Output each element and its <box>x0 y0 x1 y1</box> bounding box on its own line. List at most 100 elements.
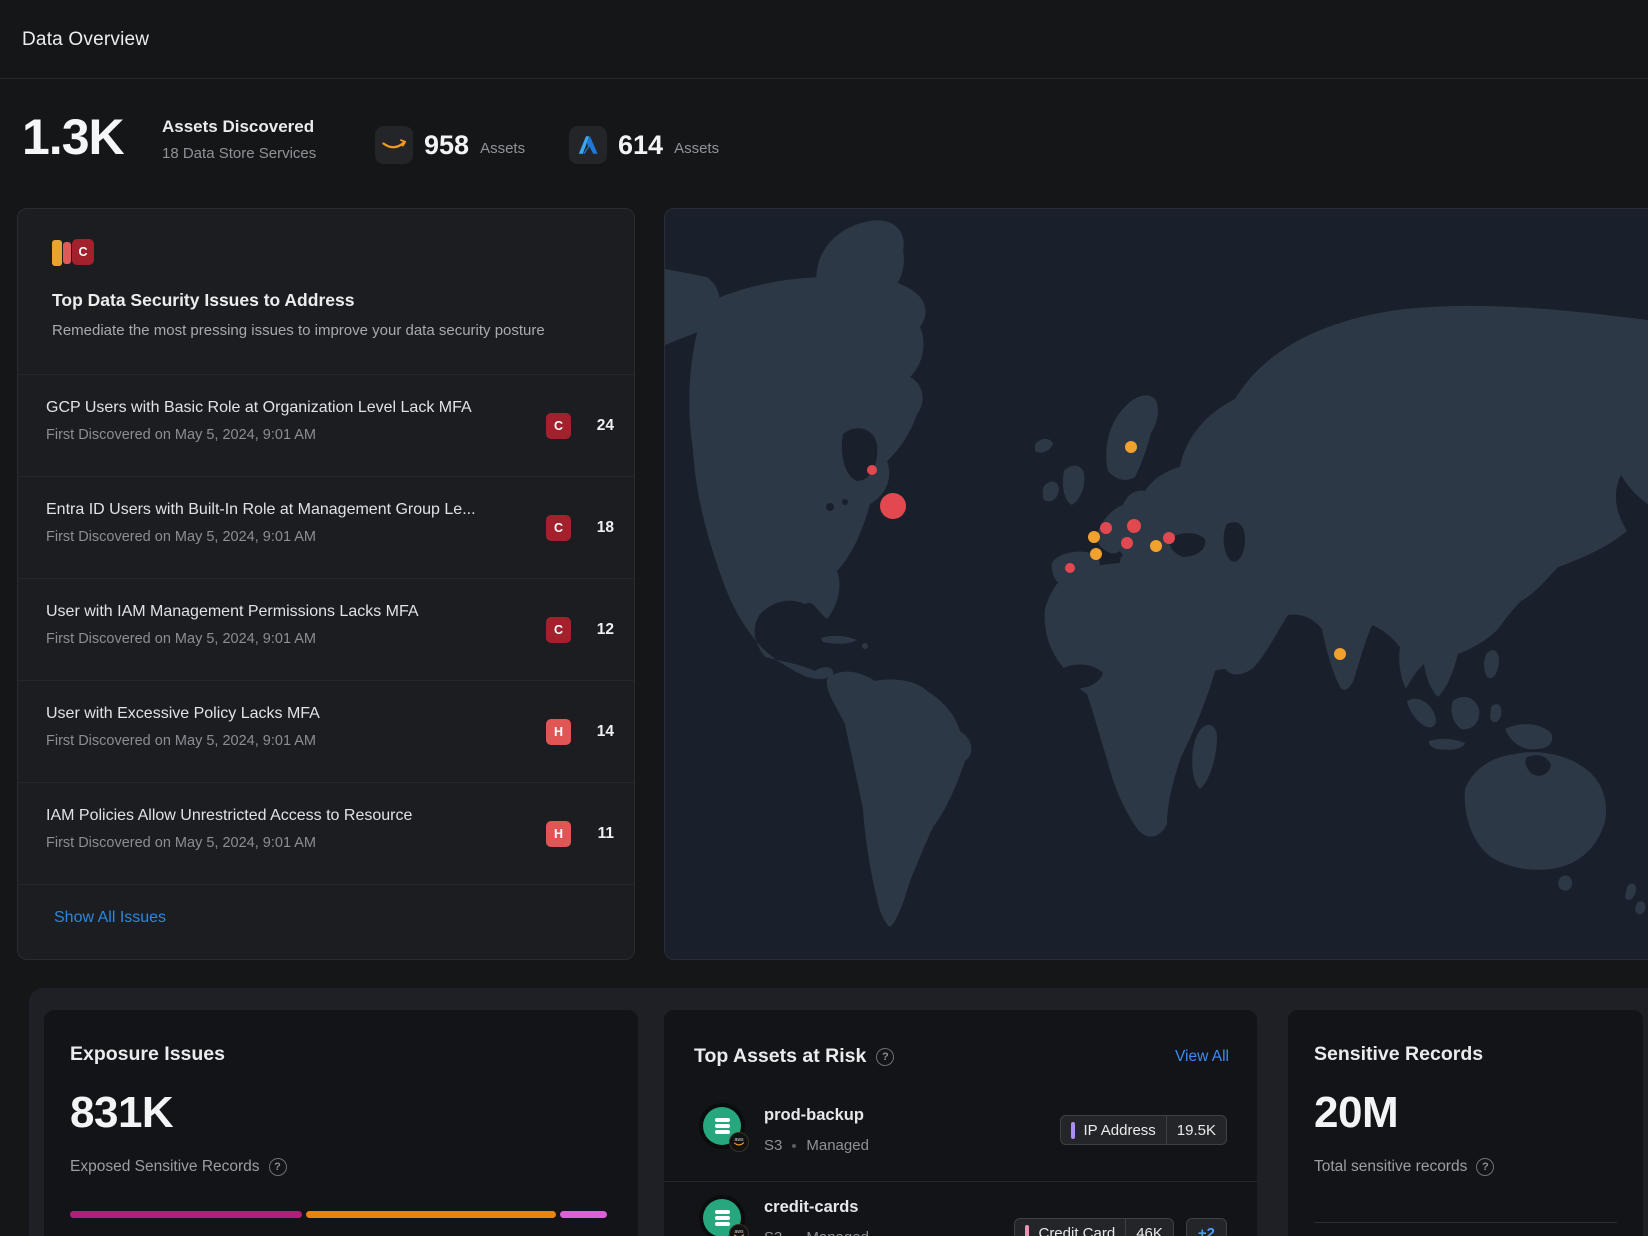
issue-count: 12 <box>578 621 614 639</box>
s3-bucket-icon: aws <box>699 1195 745 1236</box>
aws-assets-value: 958 <box>424 130 469 161</box>
assets-discovered-label: Assets Discovered <box>162 117 316 137</box>
asset-location-dot[interactable] <box>1121 537 1133 549</box>
world-map <box>665 209 1648 960</box>
asset-location-dot[interactable] <box>1065 563 1075 573</box>
exposure-issues-title: Exposure Issues <box>70 1043 225 1066</box>
issue-title: GCP Users with Basic Role at Organizatio… <box>46 399 524 417</box>
azure-assets-unit: Assets <box>674 140 719 157</box>
data-class-chip[interactable]: Credit Card 46K <box>1014 1218 1173 1236</box>
more-tags-chip[interactable]: +2 <box>1186 1218 1227 1236</box>
issue-first-discovered: First Discovered on May 5, 2024, 9:01 AM <box>46 529 524 545</box>
severity-badge: H <box>546 821 571 847</box>
data-store-services-label: 18 Data Store Services <box>162 145 316 162</box>
severity-badge: C <box>546 515 571 541</box>
asset-service: S3 <box>764 1137 782 1154</box>
exposure-issues-label: Exposed Sensitive Records ? <box>70 1158 287 1176</box>
exposure-bar-segment <box>306 1211 556 1218</box>
issue-first-discovered: First Discovered on May 5, 2024, 9:01 AM <box>46 835 524 851</box>
aws-badge-icon: aws <box>729 1224 749 1236</box>
aws-assets-unit: Assets <box>480 140 525 157</box>
issue-title: IAM Policies Allow Unrestricted Access t… <box>46 807 524 825</box>
issue-row[interactable]: IAM Policies Allow Unrestricted Access t… <box>18 783 634 885</box>
help-icon[interactable]: ? <box>269 1158 287 1176</box>
asset-row[interactable]: aws prod-backup S3 Managed IP Address 19.… <box>664 1090 1257 1181</box>
issue-row[interactable]: GCP Users with Basic Role at Organizatio… <box>18 375 634 477</box>
exposure-bar-segment <box>560 1211 607 1218</box>
severity-badge: C <box>546 413 571 439</box>
issue-first-discovered: First Discovered on May 5, 2024, 9:01 AM <box>46 733 524 749</box>
page-header: Data Overview <box>0 0 1648 79</box>
issue-count: 18 <box>578 519 614 537</box>
asset-location-dot[interactable] <box>1088 531 1100 543</box>
data-class-label: IP Address <box>1084 1122 1156 1139</box>
asset-location-dot[interactable] <box>1163 532 1175 544</box>
assets-discovered-value: 1.3K <box>22 110 124 165</box>
asset-location-dot[interactable] <box>1090 548 1102 560</box>
sensitive-records-value: 20M <box>1314 1088 1398 1138</box>
severity-critical-icon: C <box>72 239 94 265</box>
data-class-count: 19.5K <box>1166 1116 1226 1144</box>
issue-row[interactable]: User with Excessive Policy Lacks MFA Fir… <box>18 681 634 783</box>
exposure-distribution-bar <box>70 1211 607 1218</box>
sensitive-records-card: Sensitive Records 20M Total sensitive re… <box>1288 1010 1643 1236</box>
s3-bucket-icon: aws <box>699 1103 745 1149</box>
issue-count: 11 <box>578 825 614 843</box>
top-issues-card: C Top Data Security Issues to Address Re… <box>17 208 635 960</box>
top-issues-title: Top Data Security Issues to Address <box>52 290 604 311</box>
asset-tags: IP Address 19.5K <box>1060 1115 1227 1145</box>
asset-tags: Credit Card 46K +2 <box>1014 1218 1227 1236</box>
page-title: Data Overview <box>22 29 149 51</box>
issue-count: 24 <box>578 417 614 435</box>
asset-location-dot[interactable] <box>1125 441 1137 453</box>
issue-row[interactable]: User with IAM Management Permissions Lac… <box>18 579 634 681</box>
issue-first-discovered: First Discovered on May 5, 2024, 9:01 AM <box>46 631 524 647</box>
divider <box>1314 1222 1617 1223</box>
world-map-card <box>664 208 1648 960</box>
view-all-link[interactable]: View All <box>1175 1048 1229 1066</box>
exposure-issues-value: 831K <box>70 1088 173 1138</box>
issue-first-discovered: First Discovered on May 5, 2024, 9:01 AM <box>46 427 524 443</box>
asset-name: prod-backup <box>764 1106 864 1125</box>
assets-discovered-labels: Assets Discovered 18 Data Store Services <box>162 117 316 162</box>
asset-location-dot[interactable] <box>1127 519 1141 533</box>
asset-location-dot[interactable] <box>1150 540 1162 552</box>
severity-badge: H <box>546 719 571 745</box>
sensitive-records-label: Total sensitive records ? <box>1314 1158 1494 1176</box>
severity-bar-orange-icon <box>52 240 62 266</box>
sensitive-records-title: Sensitive Records <box>1314 1043 1483 1066</box>
top-issues-header: C Top Data Security Issues to Address Re… <box>52 239 604 339</box>
exposure-issues-label-text: Exposed Sensitive Records <box>70 1158 260 1176</box>
show-all-issues-link[interactable]: Show All Issues <box>54 909 166 927</box>
data-class-count: 46K <box>1125 1219 1173 1236</box>
sensitive-records-label-text: Total sensitive records <box>1314 1158 1467 1176</box>
issue-row[interactable]: Entra ID Users with Built-In Role at Man… <box>18 477 634 579</box>
severity-bar-red-icon <box>63 242 71 264</box>
severity-stack-icon: C <box>52 239 112 267</box>
asset-row[interactable]: aws credit-cards S3 Managed Credit Card4… <box>664 1181 1257 1236</box>
exposure-bar-segment <box>70 1211 302 1218</box>
issue-title: User with Excessive Policy Lacks MFA <box>46 705 524 723</box>
data-class-chip[interactable]: IP Address 19.5K <box>1060 1115 1227 1145</box>
azure-assets-stat: 614 Assets <box>569 126 719 164</box>
asset-meta: S3 Managed <box>764 1229 869 1236</box>
aws-badge-icon: aws <box>729 1132 749 1152</box>
azure-assets-value: 614 <box>618 130 663 161</box>
aws-assets-stat: 958 Assets <box>375 126 525 164</box>
top-assets-title: Top Assets at Risk <box>694 1045 866 1068</box>
issue-count: 14 <box>578 723 614 741</box>
issue-title: User with IAM Management Permissions Lac… <box>46 603 524 621</box>
aws-logo-icon <box>375 126 413 164</box>
azure-logo-icon <box>569 126 607 164</box>
help-icon[interactable]: ? <box>876 1048 894 1066</box>
help-icon[interactable]: ? <box>1476 1158 1494 1176</box>
asset-location-dot[interactable] <box>880 493 906 519</box>
asset-service: S3 <box>764 1229 782 1236</box>
issues-list: GCP Users with Basic Role at Organizatio… <box>18 375 634 885</box>
data-class-label: Credit Card <box>1038 1225 1115 1236</box>
asset-location-dot[interactable] <box>1334 648 1346 660</box>
top-issues-subtitle: Remediate the most pressing issues to im… <box>52 322 604 339</box>
asset-location-dot[interactable] <box>1100 522 1112 534</box>
asset-location-dot[interactable] <box>867 465 877 475</box>
asset-meta: S3 Managed <box>764 1137 869 1154</box>
